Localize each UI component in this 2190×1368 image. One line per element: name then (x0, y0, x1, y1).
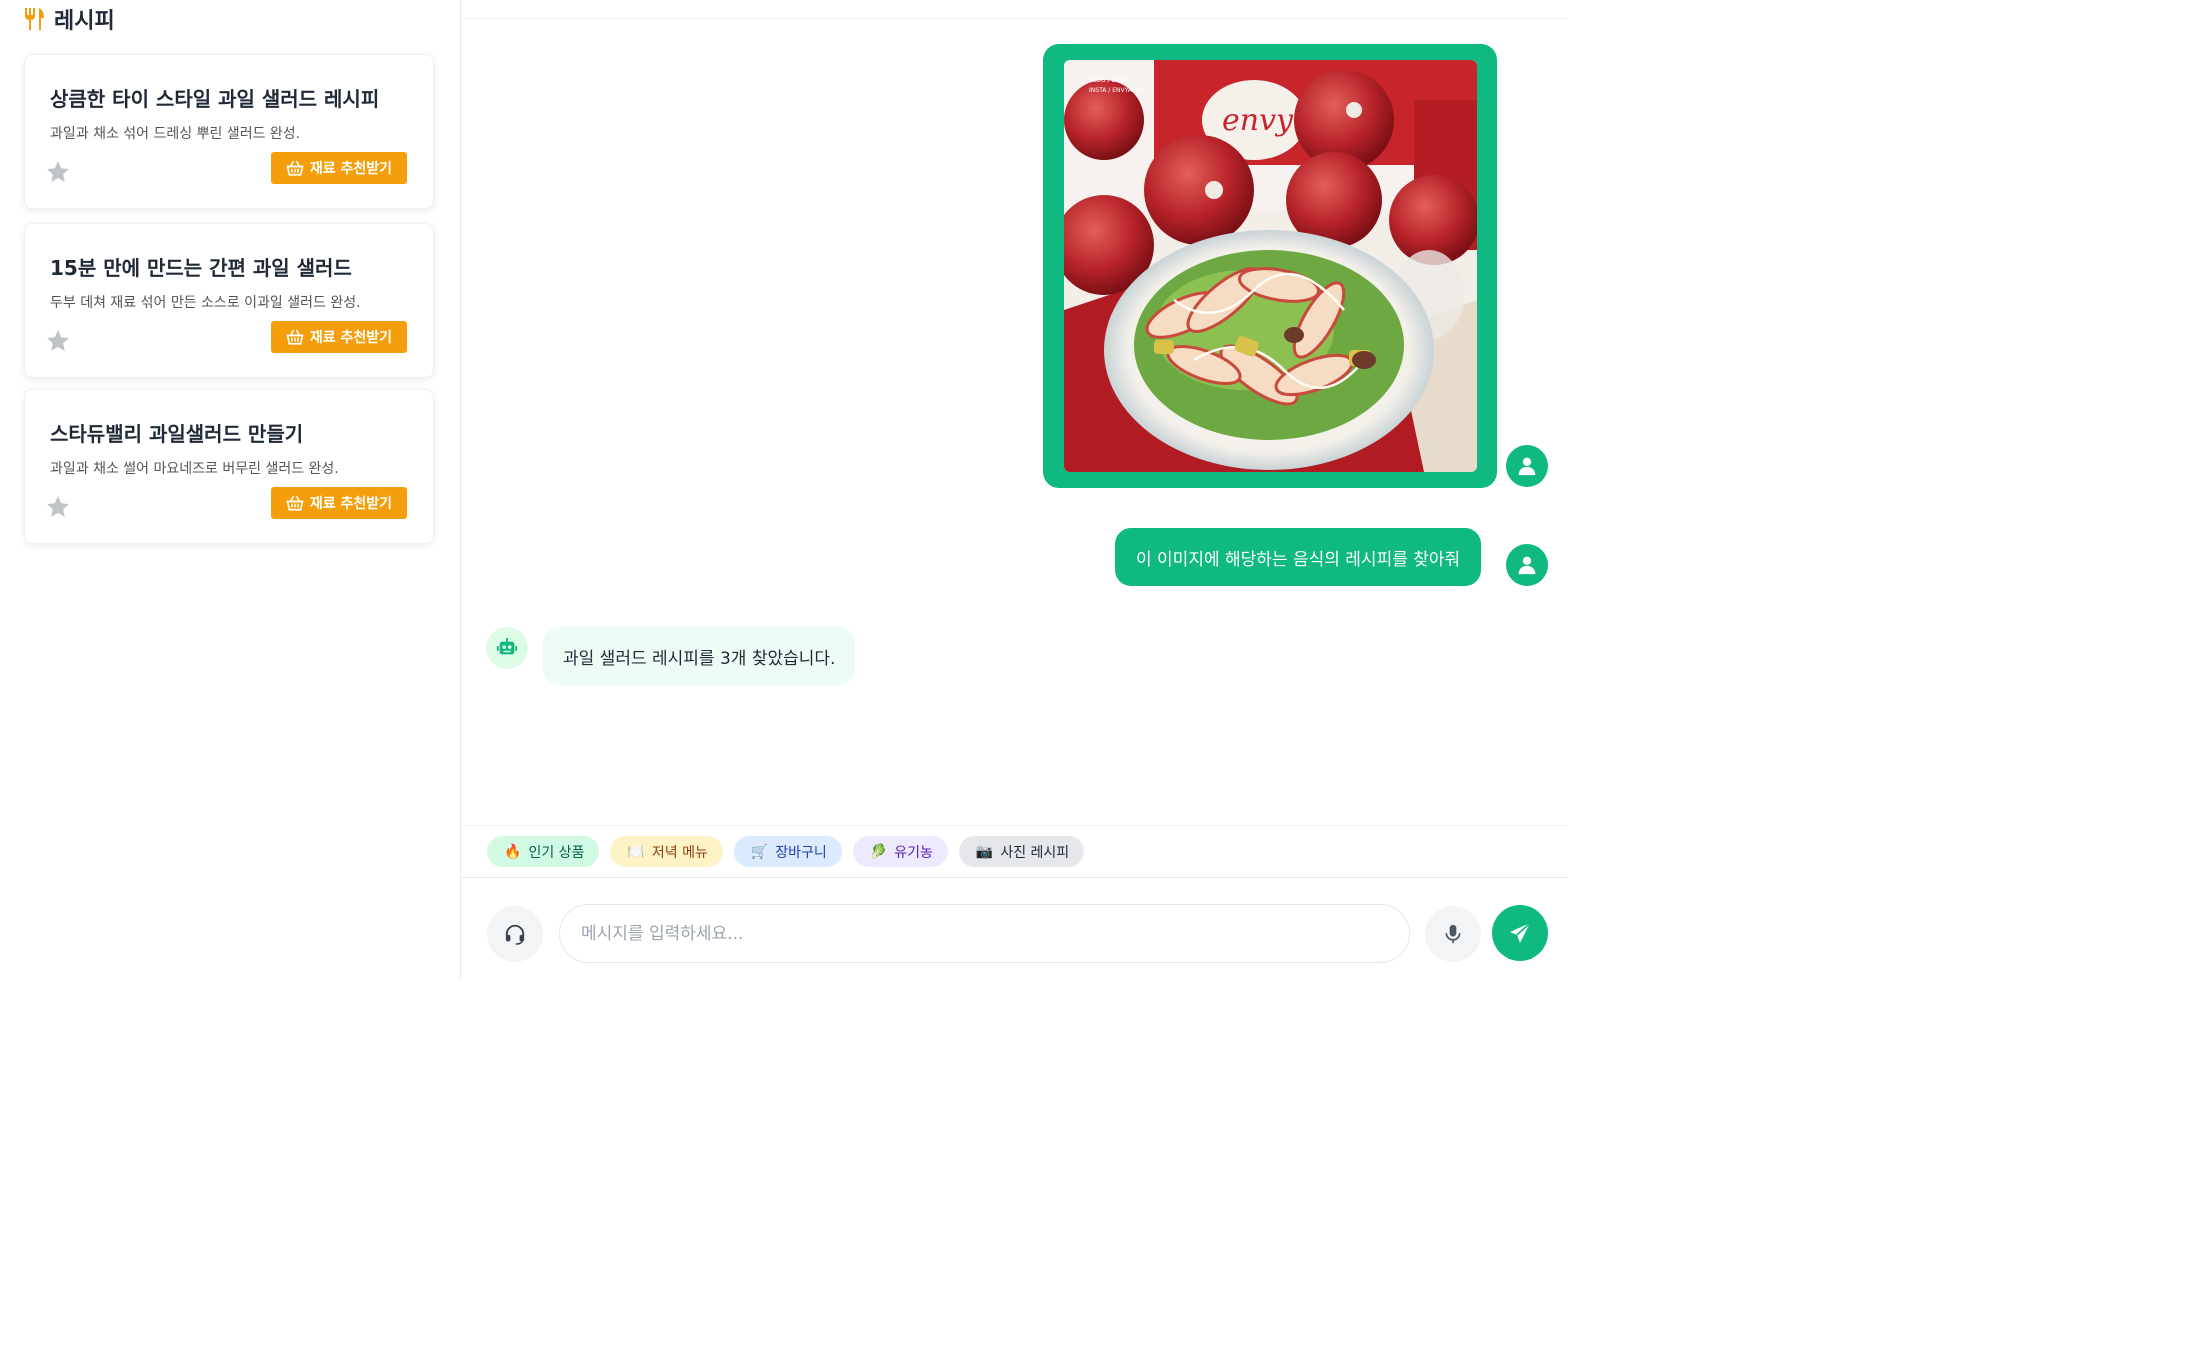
utensils-icon (25, 8, 44, 30)
camera-icon: 📷 (975, 843, 994, 860)
fruit-salad-photo: envy BLOG / ENVY INSTA / ENVYAPPLE (1064, 60, 1477, 472)
chip-shopping-cart[interactable]: 🛒 장바구니 (733, 836, 842, 867)
photo-watermark: BLOG / ENVY (1089, 77, 1128, 84)
leaf-icon: 🥬 (869, 843, 888, 860)
microphone-icon (1445, 924, 1461, 944)
quick-reply-chips: 🔥 인기 상품 🍽️ 저녁 메뉴 🛒 장바구니 🥬 유기농 📷 사진 레시피 (487, 836, 1085, 867)
basket-icon (286, 160, 304, 176)
chip-label: 사진 레시피 (1000, 844, 1070, 861)
chip-popular-products[interactable]: 🔥 인기 상품 (487, 836, 600, 867)
recipe-title[interactable]: 15분 만에 만드는 간편 과일 샐러드 (50, 252, 352, 281)
user-message-bubble: 이 이미지에 해당하는 음식의 레시피를 찾아줘 (1115, 528, 1482, 586)
header-divider (461, 18, 1568, 19)
chip-dinner-menu[interactable]: 🍽️ 저녁 메뉴 (610, 836, 723, 867)
favorite-star-icon[interactable] (45, 328, 71, 354)
recipe-title[interactable]: 스타듀밸리 과일샐러드 만들기 (50, 418, 303, 447)
microphone-button[interactable] (1425, 906, 1481, 962)
plate-icon: 🍽️ (627, 843, 645, 860)
recipe-title[interactable]: 상큼한 타이 스타일 과일 샐러드 레시피 (50, 83, 379, 112)
recommend-ingredients-button[interactable]: 재료 추천받기 (270, 152, 407, 184)
recommend-button-label: 재료 추천받기 (309, 161, 392, 177)
chip-label: 장바구니 (775, 844, 827, 861)
chips-divider (461, 825, 1568, 826)
recipe-description: 과일과 채소 섞어 드레싱 뿌린 샐러드 완성. (50, 126, 301, 142)
sidebar-title: 레시피 (54, 9, 115, 34)
svg-text:INSTA / ENVYAPPLE: INSTA / ENVYAPPLE (1089, 87, 1146, 94)
chip-label: 인기 상품 (528, 844, 585, 861)
favorite-star-icon[interactable] (45, 494, 71, 520)
chip-label: 유기농 (894, 844, 933, 861)
send-icon (1510, 922, 1531, 943)
bot-message-bubble: 과일 샐러드 레시피를 3개 찾았습니다. (543, 627, 856, 685)
favorite-star-icon[interactable] (45, 159, 71, 185)
chip-label: 저녁 메뉴 (651, 844, 708, 861)
recommend-ingredients-button[interactable]: 재료 추천받기 (270, 321, 407, 353)
chip-photo-recipe[interactable]: 📷 사진 레시피 (958, 836, 1085, 867)
bot-avatar (486, 627, 528, 669)
headset-icon (505, 924, 525, 945)
uploaded-food-photo[interactable]: envy BLOG / ENVY INSTA / ENVYAPPLE (1064, 60, 1477, 472)
user-image-message: envy BLOG / ENVY INSTA / ENVYAPPLE (1043, 44, 1497, 488)
recommend-button-label: 재료 추천받기 (309, 496, 392, 512)
chip-organic[interactable]: 🥬 유기농 (852, 836, 948, 867)
message-input[interactable] (559, 904, 1410, 963)
send-button[interactable] (1492, 905, 1548, 961)
chat-panel: envy BLOG / ENVY INSTA / ENVYAPPLE 이 이미지… (461, 0, 1568, 979)
user-icon (1518, 556, 1536, 575)
recommend-ingredients-button[interactable]: 재료 추천받기 (270, 487, 407, 519)
recipe-card[interactable]: 상큼한 타이 스타일 과일 샐러드 레시피 과일과 채소 섞어 드레싱 뿌린 샐… (24, 54, 434, 209)
recipe-sidebar: 레시피 상큼한 타이 스타일 과일 샐러드 레시피 과일과 채소 섞어 드레싱 … (0, 0, 461, 979)
cart-icon: 🛒 (750, 843, 769, 860)
basket-icon (286, 495, 304, 511)
user-icon (1518, 457, 1536, 476)
recipe-card[interactable]: 스타듀밸리 과일샐러드 만들기 과일과 채소 썰어 마요네즈로 버무린 샐러드 … (24, 389, 434, 544)
recipe-card[interactable]: 15분 만에 만드는 간편 과일 샐러드 두부 데쳐 재료 섞어 만든 소스로 … (24, 223, 434, 378)
recipe-description: 두부 데쳐 재료 섞어 만든 소스로 이과일 샐러드 완성. (50, 295, 361, 311)
robot-icon (496, 637, 518, 655)
svg-text:envy: envy (1222, 103, 1294, 138)
voice-chat-button[interactable] (487, 906, 543, 962)
user-avatar (1506, 544, 1548, 586)
recipe-description: 과일과 채소 썰어 마요네즈로 버무린 샐러드 완성. (50, 461, 339, 477)
recipe-chat-app: 레시피 상큼한 타이 스타일 과일 샐러드 레시피 과일과 채소 섞어 드레싱 … (0, 0, 1568, 979)
basket-icon (286, 329, 304, 345)
composer-divider (461, 877, 1568, 878)
fire-icon: 🔥 (504, 843, 522, 860)
sidebar-header: 레시피 (22, 4, 115, 34)
recommend-button-label: 재료 추천받기 (309, 330, 392, 346)
user-avatar (1506, 445, 1548, 487)
